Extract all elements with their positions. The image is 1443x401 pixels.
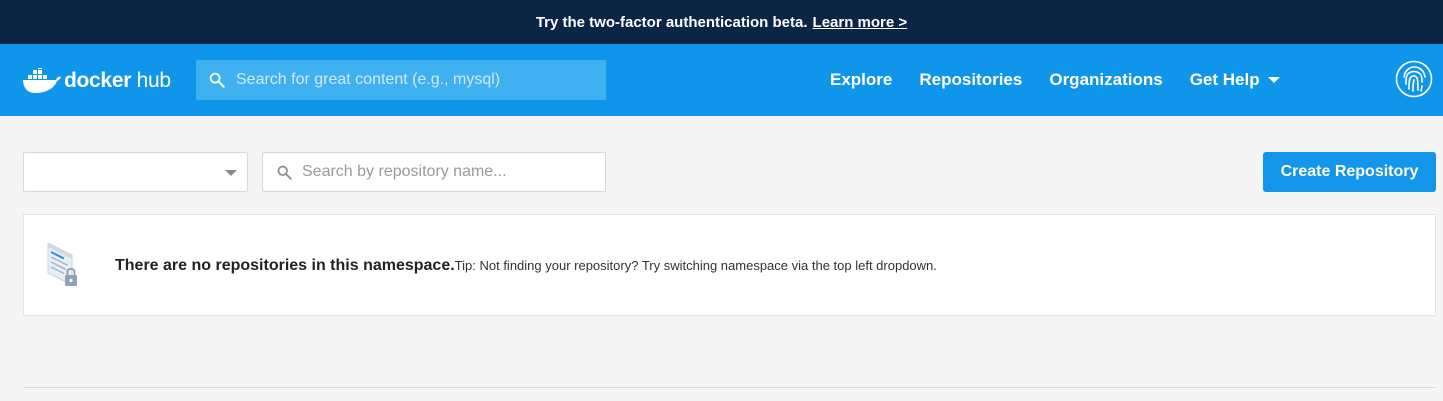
global-search-input[interactable] bbox=[236, 71, 596, 89]
nav-repositories[interactable]: Repositories bbox=[919, 70, 1022, 90]
repository-search-box[interactable] bbox=[262, 152, 606, 192]
search-icon bbox=[209, 72, 225, 88]
repository-lock-illustration bbox=[47, 242, 77, 286]
empty-state-card: There are no repositories in this namesp… bbox=[23, 214, 1436, 316]
top-navigation-bar: docker hub Explore Repositories Organiza… bbox=[0, 44, 1443, 116]
empty-state-tip: Tip: Not finding your repository? Try sw… bbox=[454, 258, 937, 273]
content-divider bbox=[23, 387, 1436, 388]
learn-more-link[interactable]: Learn more > bbox=[813, 14, 908, 31]
empty-state-title: There are no repositories in this namesp… bbox=[115, 257, 455, 274]
docker-hub-logo[interactable]: docker hub bbox=[22, 64, 171, 98]
announcement-banner: Try the two-factor authentication beta. … bbox=[0, 0, 1443, 44]
chevron-down-icon bbox=[1267, 77, 1280, 83]
main-nav: Explore Repositories Organizations Get H… bbox=[830, 44, 1307, 116]
fingerprint-icon[interactable] bbox=[1395, 60, 1433, 98]
nav-explore[interactable]: Explore bbox=[830, 70, 892, 90]
create-repository-button[interactable]: Create Repository bbox=[1263, 152, 1436, 192]
nav-get-help[interactable]: Get Help bbox=[1190, 70, 1280, 90]
repository-search-input[interactable] bbox=[302, 163, 597, 181]
nav-organizations[interactable]: Organizations bbox=[1049, 70, 1162, 90]
dropdown-arrow-icon bbox=[225, 170, 237, 176]
logo-wordmark: docker hub bbox=[64, 69, 171, 92]
global-search-box[interactable] bbox=[196, 60, 606, 100]
search-icon bbox=[277, 165, 292, 180]
empty-state-message: There are no repositories in this namesp… bbox=[115, 257, 937, 275]
nav-get-help-label: Get Help bbox=[1189, 70, 1260, 89]
banner-text: Try the two-factor authentication beta. bbox=[535, 13, 808, 31]
namespace-dropdown[interactable] bbox=[23, 152, 248, 192]
docker-whale-icon bbox=[23, 68, 61, 93]
